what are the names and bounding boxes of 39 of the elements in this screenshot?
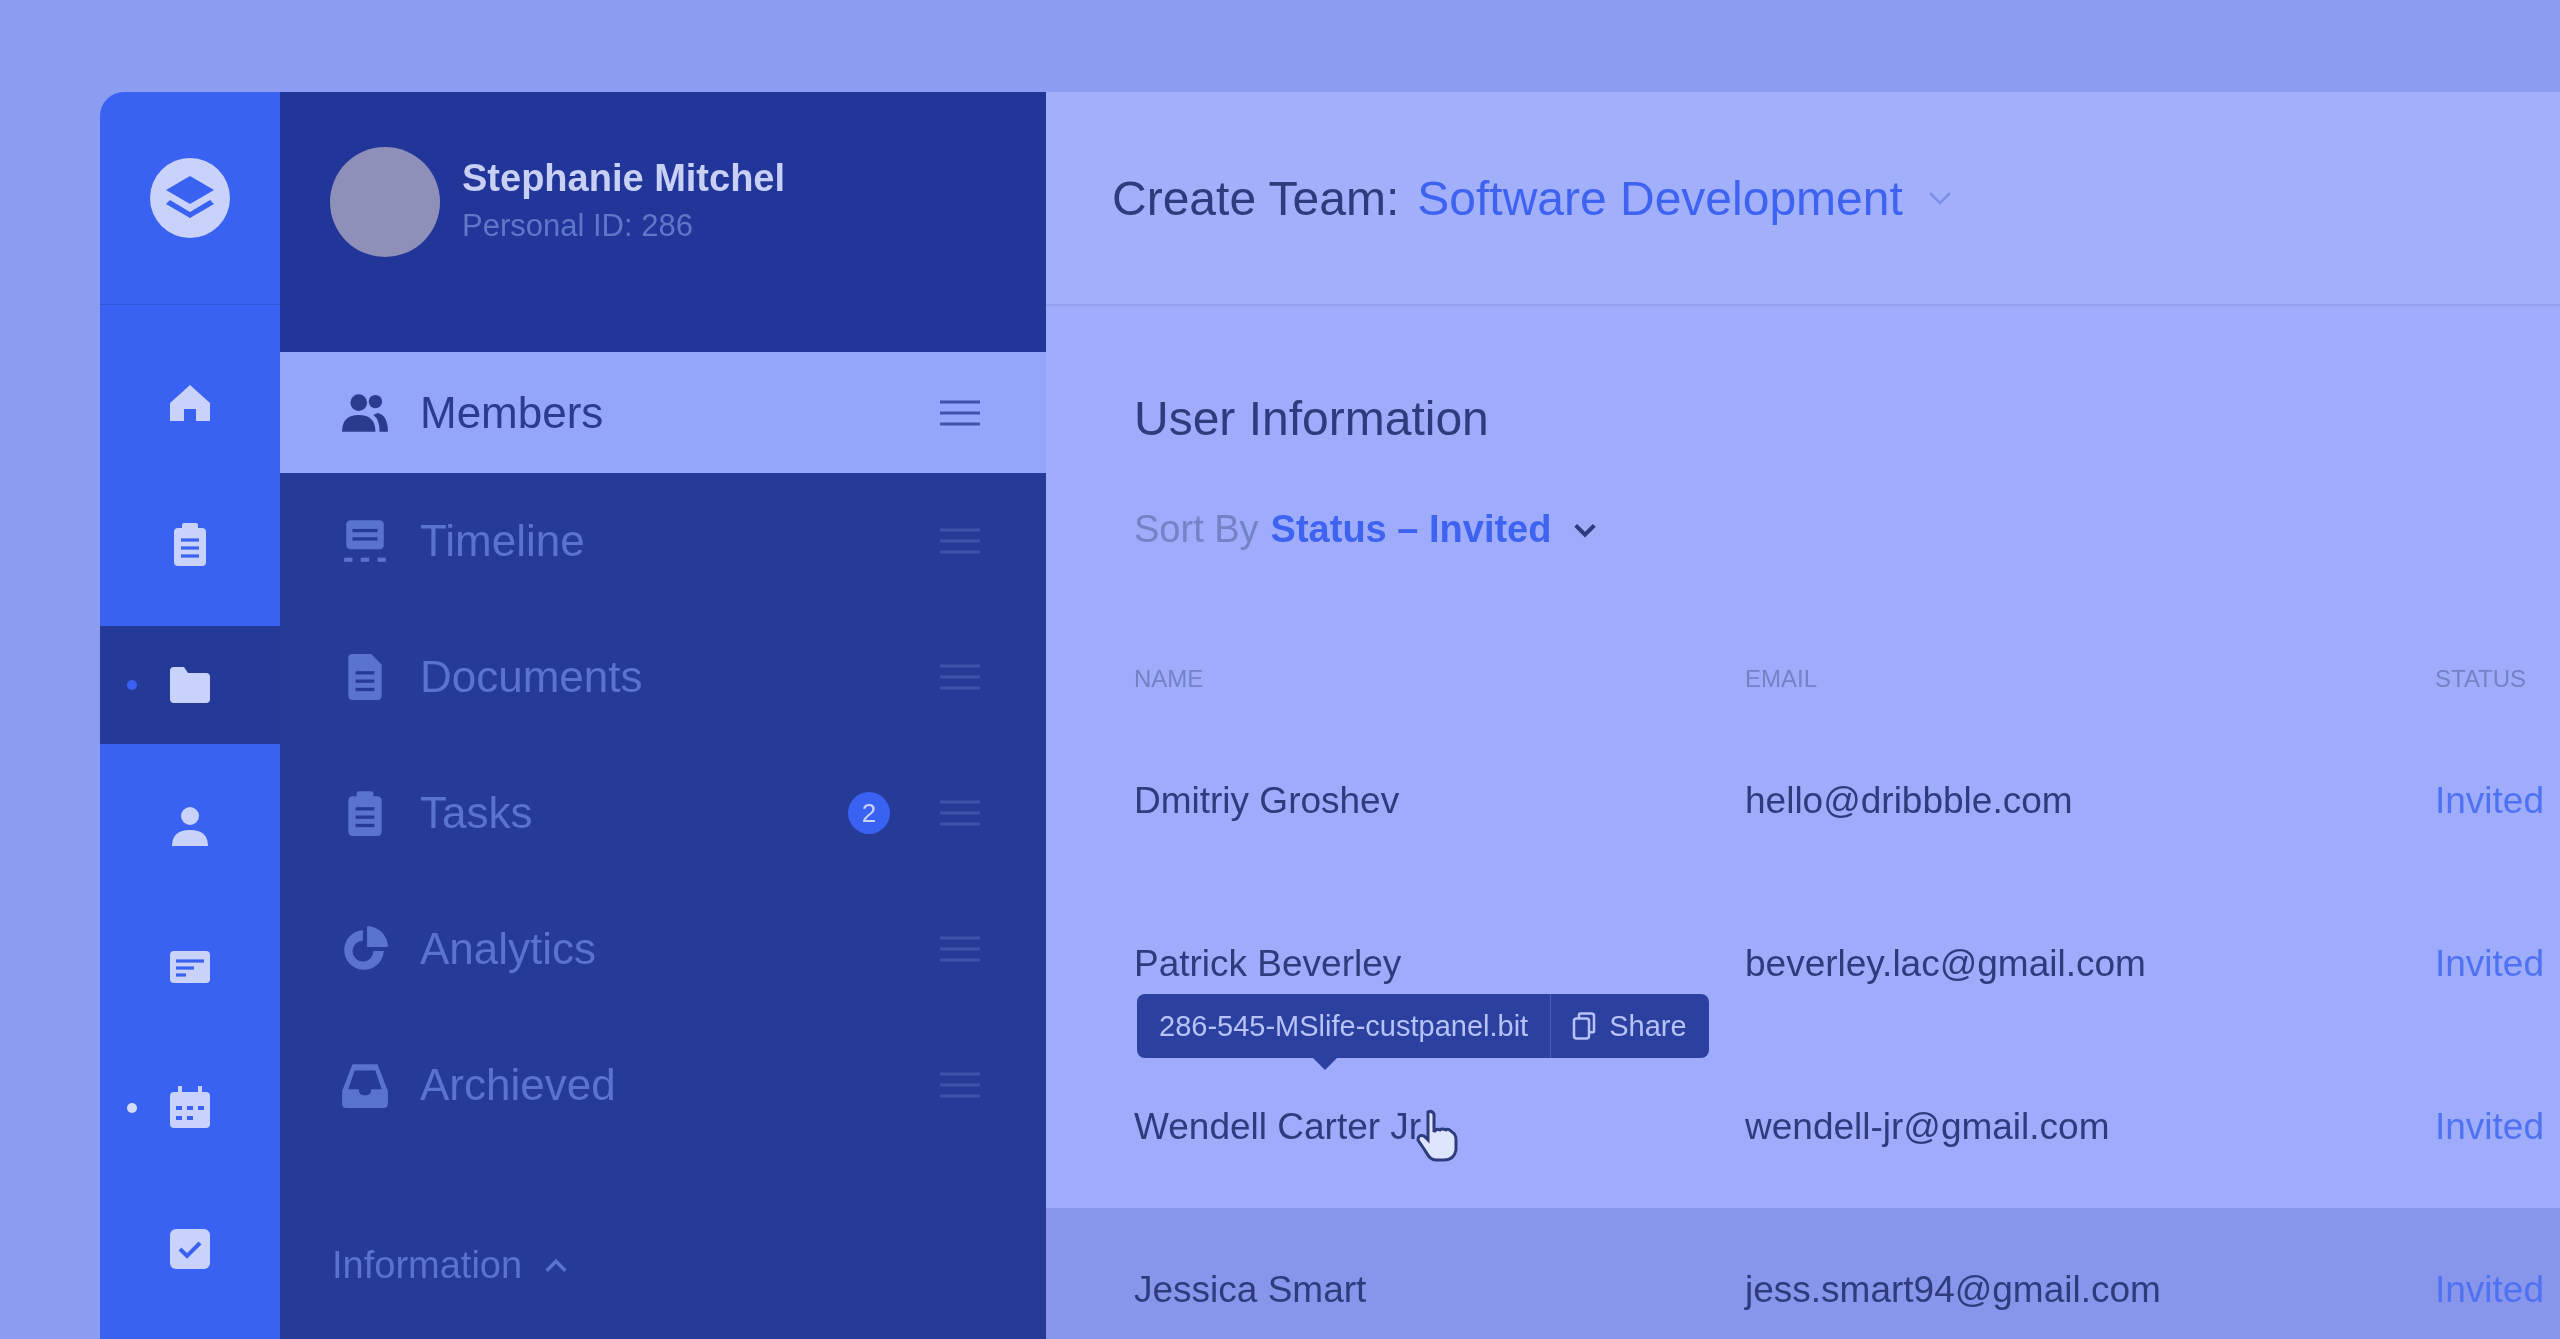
- name-cell: Dmitriy Groshev: [1134, 779, 1400, 822]
- nav-item[interactable]: Analytics: [280, 881, 1046, 1017]
- email-cell-text: beverley.lac@gmail.com: [1745, 942, 2147, 985]
- nav-item[interactable]: Tasks 2: [280, 745, 1046, 881]
- nav-label: Tasks: [420, 788, 534, 838]
- table-row[interactable]: Dmitriy Groshev hello@dribbble.com Invited: [1046, 719, 2560, 882]
- email-cell-text: jess.smart94@gmail.com: [1745, 1268, 2162, 1311]
- name-cell: Patrick Beverley: [1134, 942, 1402, 985]
- status-cell-text: Invited: [2435, 1268, 2545, 1311]
- profile-name: Stephanie Mitchel: [462, 157, 786, 200]
- team-dropdown[interactable]: Software Development: [1417, 170, 1955, 226]
- layers-logo-icon: [150, 158, 230, 238]
- sort-dropdown[interactable]: Status – Invited: [1270, 508, 1600, 551]
- nav-label: Timeline: [420, 516, 586, 566]
- nav-item[interactable]: Archieved: [280, 1017, 1046, 1153]
- nav-item[interactable]: Members: [280, 352, 1046, 473]
- status-cell-text: Invited: [2435, 1105, 2545, 1148]
- email-cell-text: wendell-jr@gmail.com: [1745, 1105, 2111, 1148]
- email-cell-text: hello@dribbble.com: [1745, 779, 2074, 822]
- status-cell-text: Invited: [2435, 942, 2545, 985]
- table-row[interactable]: Jessica Smart jess.smart94@gmail.com Invited: [1046, 1208, 2560, 1339]
- link-text: 286-545-MSlife-custpanel.bit: [1137, 994, 1552, 1058]
- information-toggle[interactable]: Information: [280, 1243, 577, 1288]
- name-cell: Wendell Carter Jr: [1134, 1105, 1422, 1148]
- drag-handle-icon[interactable]: [940, 399, 980, 426]
- name-cell: Jessica Smart: [1134, 1268, 1367, 1311]
- nav-item[interactable]: Timeline: [280, 473, 1046, 609]
- section-title: User Information: [1134, 391, 1490, 446]
- create-team-label: Create Team:: [1112, 170, 1400, 226]
- nav-label: Members: [420, 387, 605, 438]
- copy-icon: [1571, 1011, 1598, 1041]
- personal-id: Personal ID: 286: [462, 208, 694, 244]
- status-cell-text: Invited: [2435, 779, 2545, 822]
- nav-item[interactable]: Documents: [280, 609, 1046, 745]
- nav-label: Documents: [420, 652, 644, 702]
- nav-label: Analytics: [420, 924, 598, 974]
- count-badge: 2: [848, 792, 890, 834]
- nav-label: Archieved: [420, 1060, 617, 1110]
- rail-nav-button[interactable]: [100, 626, 280, 744]
